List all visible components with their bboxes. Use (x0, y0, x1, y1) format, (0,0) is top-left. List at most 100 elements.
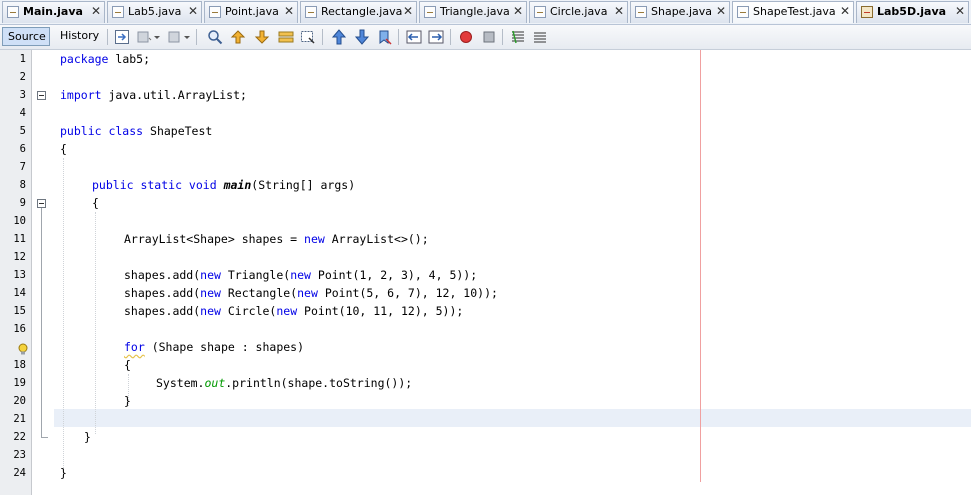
tab-shape-java[interactable]: Shape.java ✕ (630, 1, 730, 23)
toolbar-separator (502, 29, 503, 45)
tab-label: Lab5D.java (877, 5, 947, 18)
tab-label: Circle.java (550, 5, 608, 18)
java-file-icon (635, 6, 647, 18)
close-icon[interactable]: ✕ (284, 4, 294, 18)
code-line-11: ArrayList<Shape> shapes = new ArrayList<… (124, 232, 429, 246)
code-line-24: } (60, 466, 67, 480)
code-folding-margin (32, 50, 54, 495)
close-icon[interactable]: ✕ (955, 4, 965, 18)
line-number: 3 (19, 89, 26, 101)
line-number: 7 (19, 161, 26, 173)
shift-left-icon[interactable] (406, 29, 422, 45)
close-icon[interactable]: ✕ (840, 4, 850, 18)
code-line-13: shapes.add(new Triangle(new Point(1, 2, … (124, 268, 478, 282)
forward-icon[interactable] (166, 29, 182, 45)
start-macro-recording-icon[interactable] (458, 29, 474, 45)
find-next-icon[interactable] (254, 29, 270, 45)
tab-lab5-java[interactable]: Lab5.java ✕ (107, 1, 202, 23)
java-file-icon (737, 6, 749, 18)
hint-lightbulb-icon[interactable] (17, 343, 29, 355)
line-number: 22 (13, 431, 26, 443)
source-tab-button[interactable]: Source (2, 27, 50, 46)
line-number: 11 (13, 233, 26, 245)
tab-main-java[interactable]: Main.java ✕ (2, 1, 105, 23)
fold-collapse-icon[interactable] (37, 91, 46, 100)
code-line-8: public static void main(String[] args) (92, 178, 356, 192)
code-line-20: } (124, 394, 131, 408)
stop-macro-recording-icon[interactable] (481, 29, 497, 45)
find-icon[interactable] (207, 29, 223, 45)
tab-shapetest-java[interactable]: ShapeTest.java ✕ (732, 1, 854, 23)
close-icon[interactable]: ✕ (513, 4, 523, 18)
code-line-22: } (84, 430, 91, 444)
code-line-17: for (Shape shape : shapes) (124, 340, 305, 354)
shift-right-icon[interactable] (428, 29, 444, 45)
code-line-3: import java.util.ArrayList; (60, 88, 247, 102)
code-line-19: System.out.println(shape.toString()); (156, 376, 413, 390)
indent-guide (63, 158, 64, 470)
java-file-icon (112, 6, 124, 18)
code-line-5: public class ShapeTest (60, 124, 213, 138)
java-file-icon (424, 6, 436, 18)
code-line-18: { (124, 358, 131, 372)
code-line-14: shapes.add(new Rectangle(new Point(5, 6,… (124, 286, 498, 300)
code-line-6: { (60, 142, 67, 156)
line-number: 12 (13, 251, 26, 263)
line-number: 9 (19, 197, 26, 209)
previous-bookmark-icon[interactable] (331, 29, 347, 45)
java-file-icon (7, 6, 19, 18)
forward-dropdown-icon[interactable] (183, 29, 191, 45)
close-icon[interactable]: ✕ (716, 4, 726, 18)
toolbar-separator (398, 29, 399, 45)
right-margin-line (700, 50, 701, 482)
close-icon[interactable]: ✕ (91, 4, 101, 18)
tab-label: ShapeTest.java (753, 5, 836, 18)
line-number: 18 (13, 359, 26, 371)
tab-lab5d-java[interactable]: Lab5D.java ✕ (856, 1, 969, 23)
tab-label: Triangle.java (440, 5, 510, 18)
fold-collapse-icon[interactable] (37, 199, 46, 208)
line-number: 14 (13, 287, 26, 299)
editor-tab-bar: Main.java ✕ Lab5.java ✕ Point.java ✕ Rec… (0, 0, 971, 25)
comment-icon[interactable] (510, 29, 526, 45)
line-number: 15 (13, 305, 26, 317)
code-line-9: { (92, 196, 99, 210)
code-line-15: shapes.add(new Circle(new Point(10, 11, … (124, 304, 464, 318)
tab-label: Point.java (225, 5, 279, 18)
code-line-1: package lab5; (60, 52, 151, 66)
line-number: 8 (19, 179, 26, 191)
history-tab-button[interactable]: History (55, 27, 101, 46)
last-edit-icon[interactable] (114, 29, 130, 45)
toolbar-separator (196, 29, 197, 45)
line-number: 6 (19, 143, 26, 155)
toggle-bookmark-icon[interactable] (376, 29, 392, 45)
toolbar-separator (322, 29, 323, 45)
find-selection-icon[interactable] (278, 29, 294, 45)
toolbar-separator (450, 29, 451, 45)
main-project-icon (861, 6, 873, 18)
tab-label: Rectangle.java (321, 5, 403, 18)
close-icon[interactable]: ✕ (188, 4, 198, 18)
next-bookmark-icon[interactable] (354, 29, 370, 45)
java-file-icon (209, 6, 221, 18)
tab-rectangle-java[interactable]: Rectangle.java ✕ (300, 1, 417, 23)
close-icon[interactable]: ✕ (614, 4, 624, 18)
line-number: 10 (13, 215, 26, 227)
line-number: 13 (13, 269, 26, 281)
close-icon[interactable]: ✕ (403, 4, 413, 18)
tab-point-java[interactable]: Point.java ✕ (204, 1, 298, 23)
tab-triangle-java[interactable]: Triangle.java ✕ (419, 1, 527, 23)
line-number: 2 (19, 71, 26, 83)
line-number: 16 (13, 323, 26, 335)
line-number: 21 (13, 413, 26, 425)
uncomment-icon[interactable] (532, 29, 548, 45)
back-dropdown-icon[interactable] (153, 29, 161, 45)
toggle-highlight-search-icon[interactable] (300, 29, 316, 45)
back-icon[interactable] (136, 29, 152, 45)
tab-label: Main.java (23, 5, 83, 18)
line-number: 20 (13, 395, 26, 407)
find-previous-icon[interactable] (230, 29, 246, 45)
toolbar-separator (107, 29, 108, 45)
fold-end-marker (41, 437, 48, 438)
tab-circle-java[interactable]: Circle.java ✕ (529, 1, 628, 23)
